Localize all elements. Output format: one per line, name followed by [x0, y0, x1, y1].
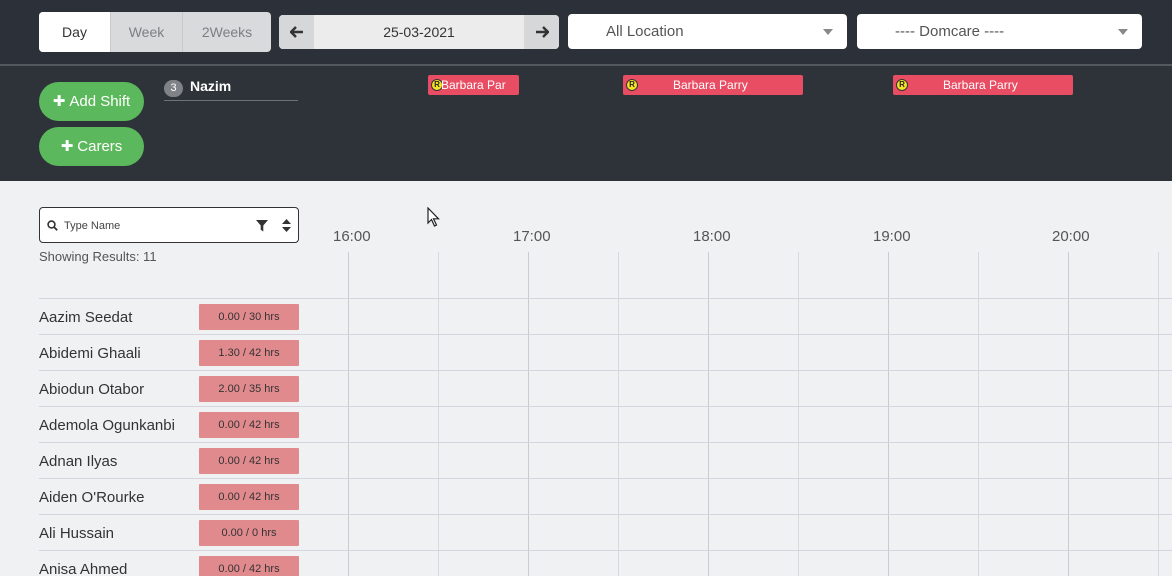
staff-name[interactable]: Aazim Seedat	[39, 309, 132, 326]
add-shift-label: Add Shift	[69, 93, 131, 110]
carer-count-badge: 3	[164, 80, 183, 97]
name-search-input[interactable]: Type Name	[39, 207, 299, 243]
half-hour-gridline	[438, 252, 439, 576]
location-select[interactable]: All Location	[568, 14, 847, 49]
sort-icon[interactable]	[282, 219, 291, 232]
chevron-down-icon	[1118, 29, 1128, 35]
carers-label: Carers	[77, 138, 123, 155]
results-count: Showing Results: 11	[39, 249, 157, 264]
hour-label: 16:00	[333, 228, 371, 245]
add-shift-button[interactable]: ✚ Add Shift	[39, 82, 144, 121]
hours-badge: 0.00 / 30 hrs	[199, 304, 299, 330]
next-date-button[interactable]	[524, 15, 559, 49]
arrow-right-icon	[535, 26, 549, 38]
row-divider	[39, 478, 1172, 479]
shift-type-badge: R	[626, 79, 638, 91]
staff-name[interactable]: Ali Hussain	[39, 525, 114, 542]
hour-label: 19:00	[873, 228, 911, 245]
shift-block[interactable]: R Barbara Parry	[893, 75, 1073, 95]
shift-block[interactable]: R Barbara Par	[428, 75, 519, 95]
half-hour-gridline	[618, 252, 619, 576]
shift-block[interactable]: R Barbara Parry	[623, 75, 803, 95]
week-view-button[interactable]: Week	[111, 12, 183, 52]
hour-label: 18:00	[693, 228, 731, 245]
hour-gridline	[348, 252, 349, 576]
row-divider	[39, 298, 1172, 299]
shift-label: Barbara Par	[441, 78, 506, 92]
hour-label: 17:00	[513, 228, 551, 245]
hours-badge: 0.00 / 42 hrs	[199, 556, 299, 576]
hour-gridline	[708, 252, 709, 576]
filter-icon[interactable]	[256, 220, 268, 232]
search-icon	[47, 220, 58, 231]
chevron-down-icon	[823, 29, 833, 35]
arrow-left-icon	[289, 26, 303, 38]
half-hour-gridline	[1158, 252, 1159, 576]
hour-gridline	[888, 252, 889, 576]
hours-badge: 0.00 / 42 hrs	[199, 412, 299, 438]
staff-name[interactable]: Abidemi Ghaali	[39, 345, 141, 362]
row-divider	[39, 442, 1172, 443]
staff-name[interactable]: Abiodun Otabor	[39, 381, 144, 398]
search-placeholder: Type Name	[64, 220, 121, 232]
date-navigator: 25-03-2021	[279, 15, 559, 49]
current-date[interactable]: 25-03-2021	[314, 15, 524, 49]
shift-type-badge: R	[896, 79, 908, 91]
company-select-value: ---- Domcare ----	[895, 23, 1005, 40]
shift-label: Barbara Parry	[943, 78, 1018, 92]
company-select[interactable]: ---- Domcare ----	[857, 14, 1142, 49]
location-select-value: All Location	[606, 23, 684, 40]
half-hour-gridline	[798, 252, 799, 576]
plus-icon: ✚	[60, 138, 74, 155]
hours-badge: 0.00 / 42 hrs	[199, 484, 299, 510]
carers-button[interactable]: ✚ Carers	[39, 127, 144, 166]
hour-gridline	[528, 252, 529, 576]
row-divider	[39, 550, 1172, 551]
divider	[164, 100, 298, 101]
staff-name[interactable]: Anisa Ahmed	[39, 561, 127, 576]
carer-name[interactable]: Nazim	[190, 78, 231, 94]
hour-gridline	[1068, 252, 1069, 576]
staff-name[interactable]: Ademola Ogunkanbi	[39, 417, 175, 434]
row-divider	[39, 370, 1172, 371]
shift-label: Barbara Parry	[673, 78, 748, 92]
hours-badge: 1.30 / 42 hrs	[199, 340, 299, 366]
hours-badge: 2.00 / 35 hrs	[199, 376, 299, 402]
plus-icon: ✚	[52, 93, 66, 110]
hours-badge: 0.00 / 42 hrs	[199, 448, 299, 474]
day-view-button[interactable]: Day	[39, 12, 111, 52]
hours-badge: 0.00 / 0 hrs	[199, 520, 299, 546]
row-divider	[39, 514, 1172, 515]
view-toggle: Day Week 2Weeks	[39, 12, 271, 52]
row-divider	[39, 406, 1172, 407]
hour-label: 20:00	[1052, 228, 1090, 245]
staff-name[interactable]: Aiden O'Rourke	[39, 489, 144, 506]
staff-name[interactable]: Adnan Ilyas	[39, 453, 117, 470]
mouse-pointer-icon	[427, 207, 440, 227]
two-weeks-view-button[interactable]: 2Weeks	[183, 12, 271, 52]
top-toolbar: Day Week 2Weeks 25-03-2021 All Location …	[0, 0, 1172, 64]
row-divider	[39, 334, 1172, 335]
previous-date-button[interactable]	[279, 15, 314, 49]
half-hour-gridline	[978, 252, 979, 576]
